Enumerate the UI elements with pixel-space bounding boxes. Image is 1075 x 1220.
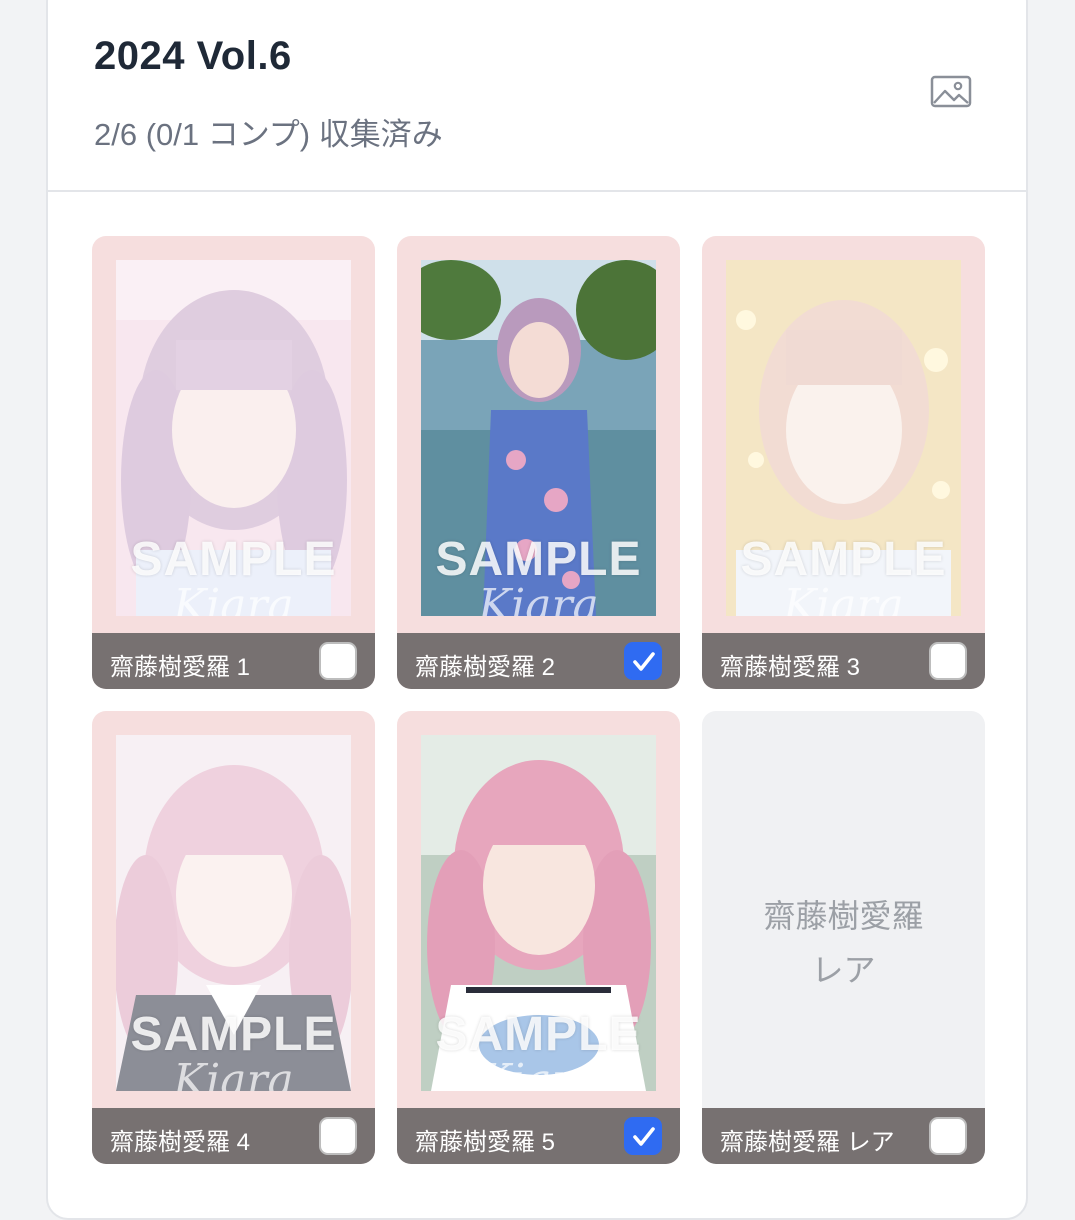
rare-placeholder-tag: レア bbox=[811, 952, 876, 988]
image-icon[interactable] bbox=[930, 74, 972, 110]
collected-checkbox[interactable] bbox=[929, 1117, 967, 1155]
sample-watermark: SAMPLE bbox=[130, 1008, 337, 1061]
collection-header: 2024 Vol.6 2/6 (0/1 コンプ) 収集済み bbox=[48, 0, 1026, 192]
sample-watermark: SAMPLE bbox=[435, 533, 642, 586]
signature: Kiara bbox=[173, 1055, 294, 1091]
card-label: 齋藤樹愛羅 5 bbox=[415, 1129, 556, 1156]
rare-placeholder-name: 齋藤樹愛羅 bbox=[763, 898, 924, 934]
signature: Kiara bbox=[173, 580, 294, 616]
collected-checkbox[interactable] bbox=[624, 1117, 662, 1155]
card-label: 齋藤樹愛羅 1 bbox=[110, 654, 251, 681]
collection-panel: 2024 Vol.6 2/6 (0/1 コンプ) 収集済み SAMPLE Kia… bbox=[46, 0, 1028, 1220]
checkmark-icon bbox=[633, 652, 655, 671]
card-label-bar: 齋藤樹愛羅 レア bbox=[702, 1108, 985, 1164]
sample-watermark: SAMPLE bbox=[130, 533, 337, 586]
card-2[interactable]: SAMPLE Kiara 齋藤樹愛羅 2 bbox=[397, 236, 680, 689]
collected-checkbox[interactable] bbox=[929, 642, 967, 680]
sample-watermark: SAMPLE bbox=[435, 1008, 642, 1061]
signature: Kiara bbox=[478, 580, 599, 616]
card-photo: SAMPLE Kiara bbox=[116, 260, 351, 616]
card-5[interactable]: SAMPLE Kiara 齋藤樹愛羅 5 bbox=[397, 711, 680, 1164]
collected-checkbox[interactable] bbox=[319, 642, 357, 680]
card-photo: SAMPLE Kiara bbox=[116, 735, 351, 1091]
card-label-bar: 齋藤樹愛羅 2 bbox=[397, 633, 680, 689]
card-rare[interactable]: 齋藤樹愛羅 レア 齋藤樹愛羅 レア bbox=[702, 711, 985, 1164]
collected-checkbox[interactable] bbox=[624, 642, 662, 680]
card-1[interactable]: SAMPLE Kiara 齋藤樹愛羅 1 bbox=[92, 236, 375, 689]
card-label: 齋藤樹愛羅 レア bbox=[720, 1129, 895, 1156]
card-label: 齋藤樹愛羅 4 bbox=[110, 1129, 251, 1156]
card-label-bar: 齋藤樹愛羅 3 bbox=[702, 633, 985, 689]
rare-placeholder: 齋藤樹愛羅 レア bbox=[702, 889, 985, 997]
card-3[interactable]: SAMPLE Kiara 齋藤樹愛羅 3 bbox=[702, 236, 985, 689]
signature: Kiara bbox=[478, 1055, 599, 1091]
card-label-bar: 齋藤樹愛羅 4 bbox=[92, 1108, 375, 1164]
card-label: 齋藤樹愛羅 2 bbox=[415, 654, 556, 681]
card-photo: SAMPLE Kiara bbox=[421, 260, 656, 616]
collection-title: 2024 Vol.6 bbox=[94, 34, 292, 78]
checkmark-icon bbox=[633, 1127, 655, 1146]
card-label-bar: 齋藤樹愛羅 1 bbox=[92, 633, 375, 689]
signature: Kiara bbox=[783, 580, 904, 616]
card-label: 齋藤樹愛羅 3 bbox=[720, 654, 861, 681]
card-photo: SAMPLE Kiara bbox=[421, 735, 656, 1091]
card-label-bar: 齋藤樹愛羅 5 bbox=[397, 1108, 680, 1164]
sample-watermark: SAMPLE bbox=[740, 533, 947, 586]
collection-progress: 2/6 (0/1 コンプ) 収集済み bbox=[94, 117, 443, 152]
card-photo: SAMPLE Kiara bbox=[726, 260, 961, 616]
collected-checkbox[interactable] bbox=[319, 1117, 357, 1155]
card-4[interactable]: SAMPLE Kiara 齋藤樹愛羅 4 bbox=[92, 711, 375, 1164]
